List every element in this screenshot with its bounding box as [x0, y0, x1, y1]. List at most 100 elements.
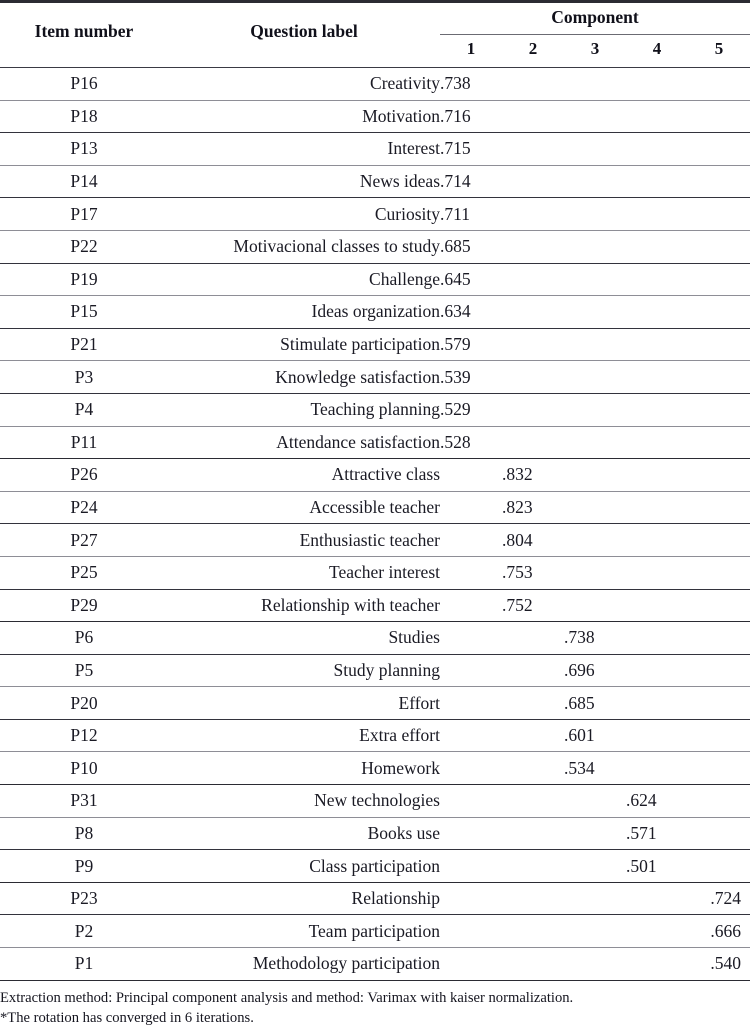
table-body: P16 Creativity .738 P18 Motivation .716 P13 Int… [0, 67, 750, 981]
cell-question-label: Studies [168, 621, 440, 655]
cell-component-3-loading [564, 589, 626, 623]
cell-question-label: Challenge [168, 263, 440, 297]
cell-component-5-loading [688, 491, 750, 525]
table-row: P27 Enthusiastic teacher .804 [0, 523, 750, 557]
cell-component-3-loading: .696 [564, 654, 626, 688]
cell-component-3-loading [564, 817, 626, 851]
cell-item-number: P15 [0, 295, 168, 329]
cell-question-label: Books use [168, 817, 440, 851]
cell-component-4-loading [626, 686, 688, 720]
cell-component-1-loading [440, 556, 502, 590]
cell-component-4-loading [626, 426, 688, 460]
factor-loading-table: Item number Question label Component 1 2… [0, 0, 750, 981]
cell-item-number: P18 [0, 100, 168, 134]
cell-component-3-loading: .685 [564, 686, 626, 720]
cell-component-3-loading [564, 556, 626, 590]
cell-item-number: P24 [0, 491, 168, 525]
header-row-top: Item number Question label Component [0, 3, 750, 41]
table-row: P8 Books use .571 [0, 817, 750, 851]
cell-component-3-loading: .534 [564, 751, 626, 786]
table-row: P18 Motivation .716 [0, 100, 750, 134]
cell-component-4-loading [626, 947, 688, 981]
cell-component-1-loading: .685 [440, 230, 502, 264]
column-header-component-3: 3 [590, 39, 600, 59]
cell-component-5-loading [688, 197, 750, 231]
cell-item-number: P27 [0, 523, 168, 557]
cell-component-1-loading [440, 458, 502, 492]
table-row: P6 Studies .738 [0, 621, 750, 655]
column-header-component-4: 4 [652, 39, 662, 59]
cell-component-3-loading [564, 784, 626, 818]
cell-component-4-loading [626, 263, 688, 297]
cell-question-label: Homework [168, 751, 440, 786]
cell-item-number: P17 [0, 197, 168, 231]
cell-question-label: Stimulate participation [168, 328, 440, 362]
cell-component-3-loading [564, 393, 626, 427]
table-row: P21 Stimulate participation .579 [0, 328, 750, 362]
cell-component-2-loading [502, 132, 564, 166]
cell-component-1-loading [440, 589, 502, 623]
cell-component-3-loading [564, 132, 626, 166]
cell-component-5-loading: .666 [688, 914, 750, 949]
table-row: P2 Team participation .666 [0, 914, 750, 949]
cell-component-2-loading [502, 947, 564, 981]
cell-item-number: P22 [0, 230, 168, 264]
cell-component-3-loading [564, 523, 626, 557]
cell-component-4-loading [626, 458, 688, 492]
cell-component-1-loading [440, 751, 502, 786]
cell-component-2-loading [502, 817, 564, 851]
cell-component-5-loading [688, 621, 750, 655]
cell-component-1-loading: .634 [440, 295, 502, 329]
cell-component-1-loading: .528 [440, 426, 502, 460]
cell-component-5-loading [688, 686, 750, 720]
cell-component-4-loading [626, 132, 688, 166]
cell-component-3-loading: .738 [564, 621, 626, 655]
cell-component-5-loading: .724 [688, 882, 750, 916]
cell-component-1-loading [440, 621, 502, 655]
cell-item-number: P29 [0, 589, 168, 623]
cell-component-5-loading [688, 295, 750, 329]
cell-component-5-loading [688, 556, 750, 590]
cell-component-1-loading [440, 882, 502, 916]
cell-component-1-loading: .539 [440, 360, 502, 394]
cell-component-5-loading [688, 751, 750, 786]
cell-item-number: P8 [0, 817, 168, 851]
cell-item-number: P10 [0, 751, 168, 786]
footnote-rotation-iterations: *The rotation has converged in 6 iterati… [0, 1010, 254, 1027]
column-header-item-number: Item number [34, 20, 134, 41]
cell-component-1-loading: .716 [440, 100, 502, 134]
cell-component-1-loading [440, 719, 502, 753]
cell-component-5-loading [688, 458, 750, 492]
table-row: P23 Relationship .724 [0, 882, 750, 916]
table-row: P24 Accessible teacher .823 [0, 491, 750, 525]
cell-component-4-loading [626, 230, 688, 264]
cell-question-label: Ideas organization [168, 295, 440, 329]
cell-component-1-loading [440, 491, 502, 525]
table-row: P11 Attendance satisfaction .528 [0, 426, 750, 460]
cell-component-4-loading [626, 67, 688, 101]
table-row: P31 New technologies .624 [0, 784, 750, 818]
cell-question-label: Teaching planning [168, 393, 440, 427]
cell-item-number: P19 [0, 263, 168, 297]
cell-component-2-loading: .753 [502, 556, 564, 590]
cell-component-5-loading [688, 654, 750, 688]
cell-component-4-loading [626, 491, 688, 525]
table-row: P29 Relationship with teacher .752 [0, 589, 750, 623]
cell-component-1-loading: .711 [440, 197, 502, 231]
cell-component-2-loading [502, 882, 564, 916]
table-row: P22 Motivacional classes to study .685 [0, 230, 750, 264]
cell-item-number: P12 [0, 719, 168, 753]
cell-item-number: P25 [0, 556, 168, 590]
cell-component-4-loading [626, 914, 688, 949]
cell-item-number: P31 [0, 784, 168, 818]
cell-component-3-loading [564, 882, 626, 916]
cell-component-3-loading [564, 263, 626, 297]
table-row: P10 Homework .534 [0, 751, 750, 786]
cell-component-4-loading [626, 328, 688, 362]
cell-component-2-loading [502, 393, 564, 427]
cell-component-4-loading [626, 165, 688, 199]
cell-component-2-loading [502, 197, 564, 231]
footnote-extraction-method: Extraction method: Principal component a… [0, 989, 574, 1006]
cell-component-2-loading: .804 [502, 523, 564, 557]
cell-component-4-loading: .624 [626, 784, 688, 818]
